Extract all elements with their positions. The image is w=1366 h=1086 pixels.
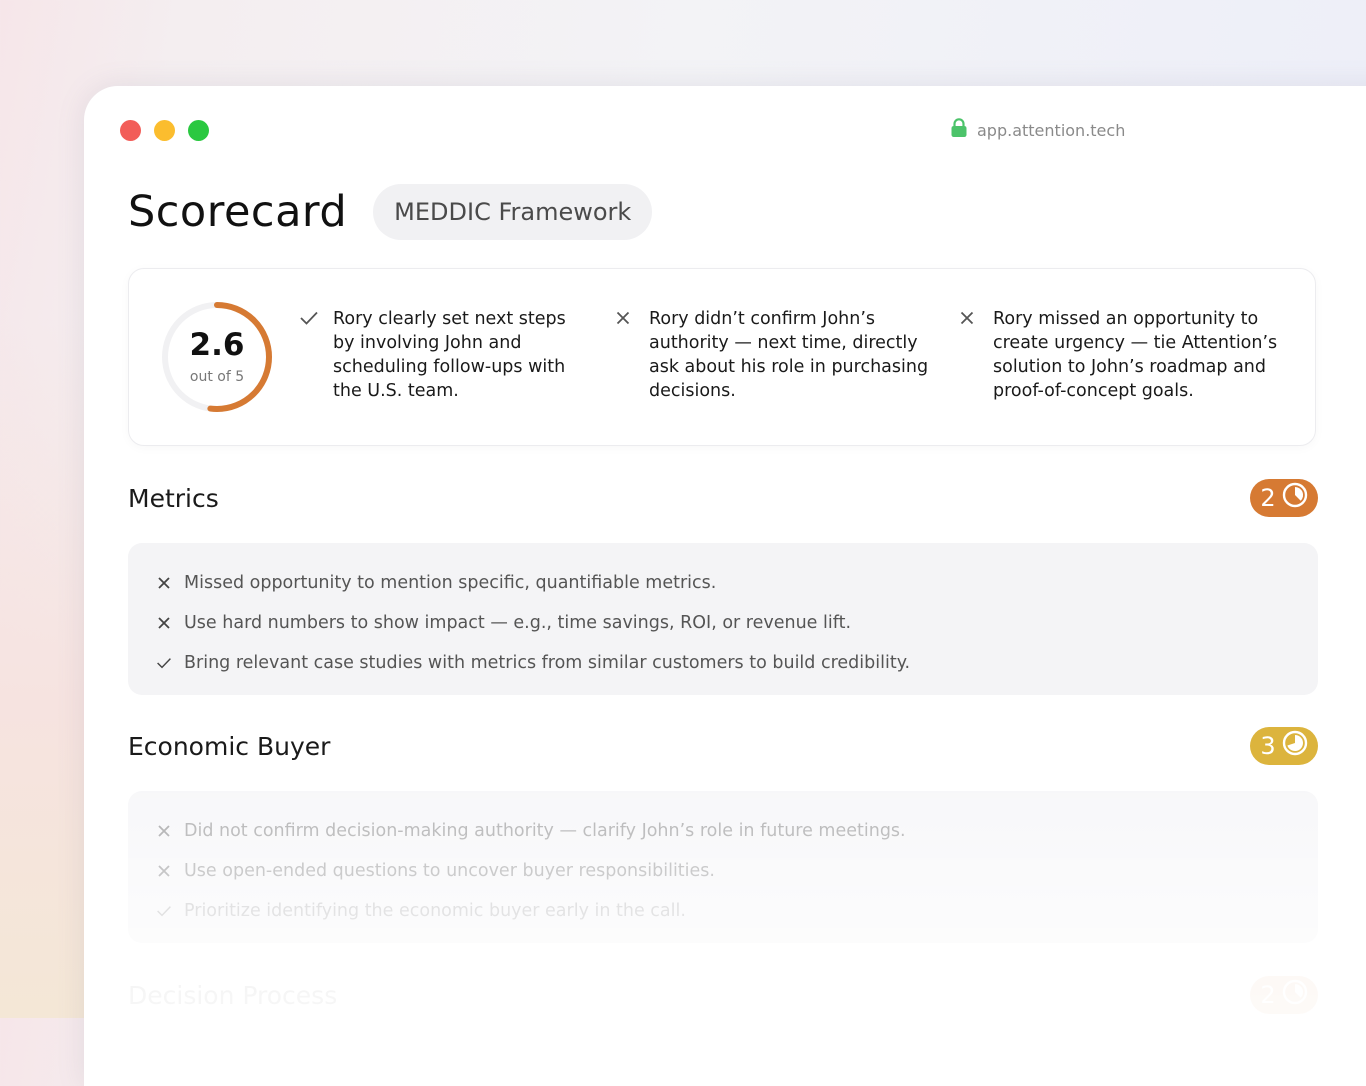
clock-icon	[1282, 730, 1308, 762]
list-item: Use hard numbers to show impact — e.g., …	[156, 603, 1318, 643]
insight-item: Rory missed an opportunity to create urg…	[959, 307, 1279, 403]
list-item-text: Bring relevant case studies with metrics…	[184, 653, 911, 673]
badge-score: 2	[1260, 484, 1276, 512]
clock-icon	[1282, 979, 1308, 1011]
cross-icon	[959, 307, 981, 403]
section-list-metrics: Missed opportunity to mention specific, …	[128, 543, 1318, 695]
score-badge[interactable]: 2	[1250, 479, 1318, 517]
insight-text: Rory clearly set next steps by involving…	[333, 309, 566, 401]
section-list-economic-buyer: Did not confirm decision-making authorit…	[128, 791, 1318, 943]
insight-text: Rory didn’t confirm John’s authority — n…	[649, 309, 929, 401]
close-window-button[interactable]	[120, 120, 141, 141]
list-item: Did not confirm decision-making authorit…	[156, 811, 1318, 851]
list-item-text: Use hard numbers to show impact — e.g., …	[184, 613, 852, 633]
score-badge[interactable]: 3	[1250, 727, 1318, 765]
minimize-window-button[interactable]	[154, 120, 175, 141]
list-item: Missed opportunity to mention specific, …	[156, 563, 1318, 603]
cross-icon	[156, 824, 172, 838]
list-item-text: Use open-ended questions to uncover buye…	[184, 861, 715, 881]
page-title: Scorecard	[128, 187, 348, 237]
section-title: Economic Buyer	[128, 731, 331, 761]
list-item-text: Missed opportunity to mention specific, …	[184, 573, 717, 593]
check-icon	[156, 903, 172, 919]
badge-score: 3	[1260, 732, 1276, 760]
badge-score: 2	[1260, 981, 1276, 1009]
section-header-metrics: Metrics 2	[128, 479, 1318, 517]
section-title: Decision Process	[128, 980, 338, 1010]
score-badge[interactable]: 2	[1250, 976, 1318, 1014]
framework-pill[interactable]: MEDDIC Framework	[373, 184, 653, 240]
list-item: Bring relevant case studies with metrics…	[156, 643, 1318, 683]
list-item: Use open-ended questions to uncover buye…	[156, 851, 1318, 891]
lock-icon	[950, 118, 968, 142]
section-header-economic-buyer: Economic Buyer 3	[128, 727, 1318, 765]
insight-item: Rory clearly set next steps by involving…	[299, 307, 589, 403]
list-item-text: Did not confirm decision-making authorit…	[184, 821, 906, 841]
list-item-text: Prioritize identifying the economic buye…	[184, 901, 686, 921]
browser-window: app.attention.tech Scorecard MEDDIC Fram…	[84, 86, 1366, 1086]
section-header-decision-process: Decision Process 2	[128, 976, 1318, 1014]
cross-icon	[156, 616, 172, 630]
window-controls	[120, 120, 209, 141]
score-caption: out of 5	[189, 368, 245, 385]
summary-card: 2.6 out of 5 Rory clearly set next steps…	[128, 268, 1316, 446]
maximize-window-button[interactable]	[188, 120, 209, 141]
cross-icon	[156, 576, 172, 590]
score-value: 2.6	[189, 326, 245, 363]
insight-item: Rory didn’t confirm John’s authority — n…	[615, 307, 935, 403]
check-icon	[156, 655, 172, 671]
score-display: 2.6 out of 5	[159, 299, 275, 415]
clock-icon	[1282, 482, 1308, 514]
cross-icon	[156, 864, 172, 878]
list-item: Prioritize identifying the economic buye…	[156, 891, 1318, 931]
section-title: Metrics	[128, 483, 219, 513]
url-text: app.attention.tech	[977, 120, 1126, 140]
address-bar[interactable]: app.attention.tech	[950, 118, 1125, 142]
insight-text: Rory missed an opportunity to create urg…	[993, 309, 1278, 401]
check-icon	[299, 307, 321, 403]
cross-icon	[615, 307, 637, 403]
title-row: Scorecard MEDDIC Framework	[128, 184, 653, 240]
